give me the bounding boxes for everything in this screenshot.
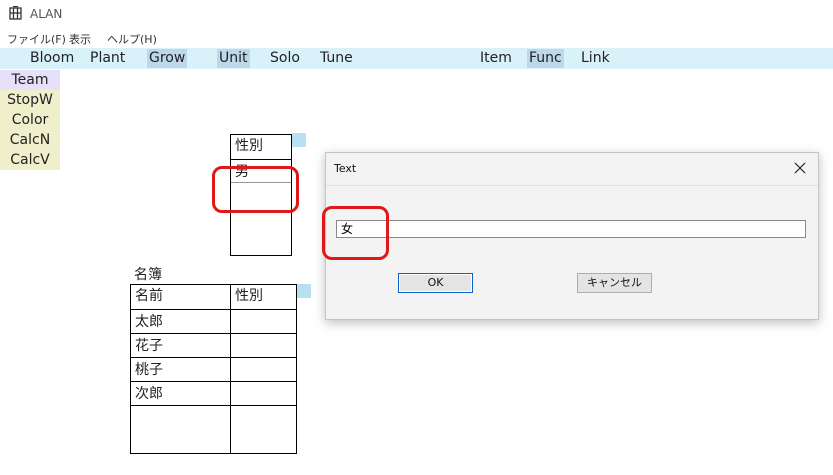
roster-row-divider	[131, 333, 296, 334]
roster-marker	[297, 284, 311, 298]
roster-row-gender[interactable]	[231, 383, 296, 405]
roster-header-gender: 性別	[235, 288, 263, 304]
roster-row-gender[interactable]	[231, 335, 296, 357]
toolbar-item[interactable]: Item	[478, 49, 514, 68]
toolbar-solo[interactable]: Solo	[268, 49, 302, 68]
roster-table: 名前 性別 太郎 花子 桃子 次郎	[130, 284, 297, 454]
toolbar: Bloom Plant Grow Unit Solo Tune Item Fun…	[0, 48, 833, 69]
toolbar-bloom[interactable]: Bloom	[28, 49, 76, 68]
roster-header-name: 名前	[135, 288, 163, 304]
roster-row-name[interactable]: 桃子	[131, 359, 230, 381]
toolbar-tune[interactable]: Tune	[318, 49, 355, 68]
roster-row-gender[interactable]	[231, 311, 296, 333]
roster-row-divider	[131, 381, 296, 382]
sidebar-item-calcv[interactable]: CalcV	[0, 150, 60, 170]
gender-table-marker	[292, 133, 306, 147]
roster-row-gender[interactable]	[231, 359, 296, 381]
sidebar-item-calcn[interactable]: CalcN	[0, 130, 60, 150]
title-bar: ALAN	[0, 0, 833, 28]
roster-row-name[interactable]: 太郎	[131, 311, 230, 333]
text-dialog: Text OK キャンセル	[325, 152, 819, 320]
annotation-highlight	[212, 166, 299, 213]
menu-view[interactable]: 表示	[69, 31, 91, 47]
roster-row-name[interactable]: 花子	[131, 335, 230, 357]
window-title: ALAN	[30, 7, 63, 21]
close-icon[interactable]	[788, 157, 812, 179]
toolbar-grow[interactable]: Grow	[147, 49, 188, 68]
gender-table-divider	[231, 159, 291, 160]
sidebar-item-stopw[interactable]: StopW	[0, 90, 60, 110]
annotation-highlight	[322, 206, 389, 260]
roster-row-divider	[131, 357, 296, 358]
text-input[interactable]	[336, 220, 806, 238]
dialog-title: Text	[334, 162, 357, 175]
roster-row-divider	[131, 309, 296, 310]
cancel-button[interactable]: キャンセル	[577, 273, 652, 293]
dialog-separator	[326, 185, 818, 186]
gender-table-header: 性別	[235, 138, 263, 154]
menu-help[interactable]: ヘルプ(H)	[107, 31, 157, 47]
toolbar-plant[interactable]: Plant	[88, 49, 127, 68]
menu-file[interactable]: ファイル(F)	[7, 31, 66, 47]
ok-button[interactable]: OK	[398, 273, 473, 293]
menu-bar: ファイル(F) 表示 ヘルプ(H)	[0, 30, 833, 46]
sidebar-item-color[interactable]: Color	[0, 110, 60, 130]
toolbar-link[interactable]: Link	[579, 49, 612, 68]
roster-row-divider	[131, 405, 296, 406]
toolbar-unit[interactable]: Unit	[217, 49, 250, 68]
roster-caption: 名簿	[134, 267, 162, 283]
roster-row-name[interactable]: 次郎	[131, 383, 230, 405]
app-icon	[9, 6, 22, 20]
sidebar-item-team[interactable]: Team	[0, 70, 60, 90]
toolbar-func[interactable]: Func	[527, 49, 564, 68]
